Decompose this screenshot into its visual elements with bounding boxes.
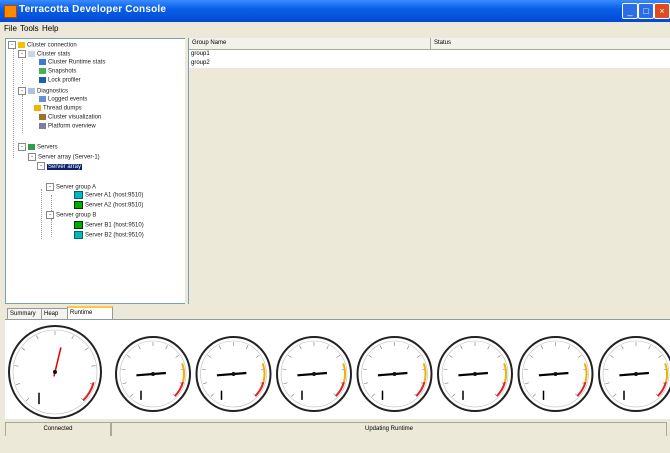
tree-root[interactable]: - Cluster connection	[8, 41, 77, 50]
folder-icon	[28, 88, 35, 94]
gauges-svg	[8, 325, 670, 419]
tree-node[interactable]: Cluster Runtime stats	[39, 59, 105, 68]
column-header-status[interactable]: Status	[431, 38, 670, 49]
gauge-hub	[231, 372, 236, 376]
tree-node[interactable]: Snapshots	[39, 68, 76, 77]
stats-icon	[39, 59, 46, 65]
gauge	[598, 336, 670, 412]
server-icon	[28, 144, 35, 150]
gauge	[276, 336, 352, 412]
gauge	[437, 336, 513, 412]
table-header: Group Name Status	[189, 38, 670, 50]
status-bar: Connected Updating Runtime	[0, 422, 670, 437]
tree-node[interactable]: - Server group B	[46, 211, 96, 220]
gauge	[517, 336, 594, 412]
gauge-hub	[53, 370, 57, 374]
close-button[interactable]: ×	[654, 3, 670, 19]
menu-bar: File Tools Help	[0, 22, 670, 36]
gauge-hub	[634, 372, 638, 376]
server-green-icon	[74, 221, 83, 229]
tree-node[interactable]: Server B1 (host:9510)	[74, 221, 144, 230]
group-table: Group Name Status group1 group2	[188, 38, 670, 304]
minimize-button[interactable]: _	[622, 3, 638, 19]
menu-tools[interactable]: Tools	[20, 24, 39, 33]
tree-node[interactable]: Thread dumps	[34, 105, 82, 114]
menu-file[interactable]: File	[4, 24, 17, 33]
status-center: Updating Runtime	[111, 422, 667, 437]
lock-icon	[39, 77, 46, 83]
tree-node[interactable]: Lock profiler	[39, 77, 81, 86]
app-icon	[4, 5, 17, 18]
connection-icon	[18, 42, 25, 48]
tree-node[interactable]: - Diagnostics	[18, 87, 68, 96]
tree-node[interactable]: Logged events	[39, 96, 87, 105]
tree-node-selected[interactable]: - Server array	[37, 162, 83, 171]
gauge-hub	[553, 372, 558, 376]
server-green-icon	[74, 191, 83, 199]
gauge-hub	[392, 372, 397, 376]
title-bar: Terracotta Developer Console _ □ ×	[0, 0, 670, 22]
gauge-hub	[151, 372, 155, 376]
tree-node[interactable]: Server A2 (host:9510)	[74, 201, 143, 210]
status-left: Connected	[5, 422, 111, 437]
events-icon	[39, 96, 46, 102]
tree-node[interactable]: Server B2 (host:9510)	[74, 231, 144, 240]
gauge	[356, 336, 433, 412]
tree-node[interactable]: Platform overview	[39, 123, 96, 132]
gauge-panel	[5, 319, 670, 419]
bottom-tabs: Summary Heap Runtime	[5, 306, 670, 321]
thread-icon	[34, 105, 41, 111]
tree-node[interactable]: Server A1 (host:9510)	[74, 191, 143, 200]
table-row[interactable]: group2	[189, 59, 670, 68]
tree-node[interactable]: - Cluster stats	[18, 50, 70, 59]
gauge	[115, 336, 191, 412]
gauge	[8, 325, 102, 419]
folder-icon	[28, 51, 35, 57]
snapshot-icon	[39, 68, 46, 74]
table-row[interactable]: group1	[189, 50, 670, 59]
tree-node[interactable]: - Servers	[18, 143, 58, 152]
gauge-hub	[312, 372, 316, 376]
navigation-tree: - Cluster connection - Cluster stats Clust…	[5, 38, 187, 304]
gauge-hub	[473, 372, 477, 376]
gauge	[195, 336, 272, 412]
platform-icon	[39, 123, 46, 129]
server-green-icon	[74, 201, 83, 209]
tree-node[interactable]: - Server array (Server-1)	[28, 153, 100, 162]
window-title: Terracotta Developer Console	[19, 4, 167, 15]
maximize-button[interactable]: □	[638, 3, 654, 19]
column-header-name[interactable]: Group Name	[189, 38, 431, 49]
tree-node[interactable]: Cluster visualization	[39, 114, 101, 123]
menu-help[interactable]: Help	[42, 24, 58, 33]
server-cyan-icon	[74, 231, 83, 239]
cluster-icon	[39, 114, 46, 120]
